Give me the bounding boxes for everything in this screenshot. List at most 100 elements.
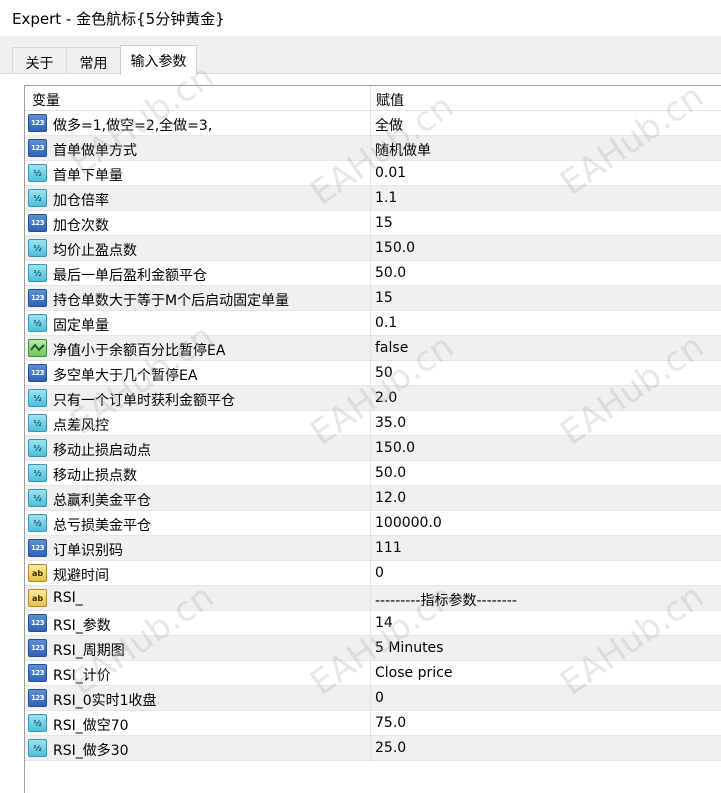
table-row[interactable]: ½ 移动止损启动点 150.0 xyxy=(25,436,721,461)
column-divider xyxy=(370,311,371,336)
param-value[interactable]: 111 xyxy=(375,540,402,556)
header-variable[interactable]: 变量 xyxy=(32,90,60,110)
param-value[interactable]: 0 xyxy=(375,565,384,581)
column-divider[interactable] xyxy=(370,86,371,111)
double-param-icon: ½ xyxy=(28,714,47,732)
param-name: RSI_ xyxy=(53,590,83,606)
param-value[interactable]: 150.0 xyxy=(375,440,415,456)
param-value[interactable]: 0.1 xyxy=(375,315,397,331)
param-value[interactable]: 12.0 xyxy=(375,490,406,506)
param-value[interactable]: 25.0 xyxy=(375,740,406,756)
double-param-icon: ½ xyxy=(28,239,47,257)
param-value[interactable]: false xyxy=(375,340,408,356)
table-row[interactable]: ½ 均价止盈点数 150.0 xyxy=(25,236,721,261)
column-divider xyxy=(370,736,371,761)
param-name: 首单做单方式 xyxy=(53,143,137,159)
table-row[interactable]: ½ RSI_做多30 25.0 xyxy=(25,736,721,761)
table-row[interactable]: 123 RSI_周期图 5 Minutes xyxy=(25,636,721,661)
param-value[interactable]: 100000.0 xyxy=(375,515,442,531)
table-row[interactable]: 123 做多=1,做空=2,全做=3, 全做 xyxy=(25,111,721,136)
column-divider xyxy=(370,636,371,661)
int-param-icon-glyph: 123 xyxy=(28,539,47,557)
table-row[interactable]: 123 RSI_0实时1收盘 0 xyxy=(25,686,721,711)
param-value[interactable]: 随机做单 xyxy=(375,140,431,160)
table-row[interactable]: ½ 最后一单后盈利金额平仓 50.0 xyxy=(25,261,721,286)
int-param-icon: 123 xyxy=(28,364,47,382)
int-param-icon: 123 xyxy=(28,639,47,657)
int-param-icon: 123 xyxy=(28,139,47,157)
table-row[interactable]: 123 首单做单方式 随机做单 xyxy=(25,136,721,161)
table-row[interactable]: 123 多空单大于几个暂停EA 50 xyxy=(25,361,721,386)
param-name: 首单下单量 xyxy=(53,168,123,184)
double-param-icon: ½ xyxy=(28,314,47,332)
column-divider xyxy=(370,611,371,636)
tab-about[interactable]: 关于 xyxy=(12,47,67,74)
column-divider xyxy=(370,536,371,561)
param-value[interactable]: 1.1 xyxy=(375,190,397,206)
table-row[interactable]: 123 加仓次数 15 xyxy=(25,211,721,236)
parameters-grid[interactable]: 变量 赋值 123 做多=1,做空=2,全做=3, 全做 123 首单做单方式 随机做单 ½… xyxy=(24,85,721,793)
table-row[interactable]: 123 RSI_计价 Close price xyxy=(25,661,721,686)
grid-rows: 123 做多=1,做空=2,全做=3, 全做 123 首单做单方式 随机做单 ½ 首单下单量 0… xyxy=(25,111,721,761)
table-row[interactable]: 123 RSI_参数 14 xyxy=(25,611,721,636)
param-value[interactable]: 14 xyxy=(375,615,393,631)
param-name: 总赢利美金平仓 xyxy=(53,493,151,509)
param-value[interactable]: 5 Minutes xyxy=(375,640,443,656)
param-name: 最后一单后盈利金额平仓 xyxy=(53,268,207,284)
int-param-icon-glyph: 123 xyxy=(28,364,47,382)
param-value[interactable]: Close price xyxy=(375,665,452,681)
param-value[interactable]: 150.0 xyxy=(375,240,415,256)
string-param-icon: ab xyxy=(28,564,47,582)
param-value[interactable]: 15 xyxy=(375,215,393,231)
table-row[interactable]: ½ 固定单量 0.1 xyxy=(25,311,721,336)
int-param-icon: 123 xyxy=(28,614,47,632)
param-name: 净值小于余额百分比暂停EA xyxy=(53,343,226,359)
param-value[interactable]: 全做 xyxy=(375,115,403,135)
column-divider xyxy=(370,561,371,586)
window-title: Expert - 金色航标{5分钟黄金} xyxy=(12,10,225,28)
param-value[interactable]: 50.0 xyxy=(375,265,406,281)
column-divider xyxy=(370,361,371,386)
tab-inputs[interactable]: 输入参数 xyxy=(120,45,197,75)
tab-common[interactable]: 常用 xyxy=(66,47,121,74)
table-row[interactable]: ab 规避时间 0 xyxy=(25,561,721,586)
param-name: RSI_0实时1收盘 xyxy=(53,693,157,709)
table-row[interactable]: ½ 首单下单量 0.01 xyxy=(25,161,721,186)
param-value[interactable]: 50 xyxy=(375,365,393,381)
column-divider xyxy=(370,461,371,486)
param-value[interactable]: 0 xyxy=(375,690,384,706)
param-value[interactable]: 0.01 xyxy=(375,165,406,181)
table-row[interactable]: ½ 只有一个订单时获利金额平仓 2.0 xyxy=(25,386,721,411)
double-param-icon: ½ xyxy=(28,189,47,207)
column-divider xyxy=(370,586,371,611)
table-row[interactable]: ½ 移动止损点数 50.0 xyxy=(25,461,721,486)
table-row[interactable]: 123 持仓单数大于等于M个后启动固定单量 15 xyxy=(25,286,721,311)
param-name: 做多=1,做空=2,全做=3, xyxy=(53,118,213,134)
param-value[interactable]: 15 xyxy=(375,290,393,306)
param-value[interactable]: 2.0 xyxy=(375,390,397,406)
double-param-icon-glyph: ½ xyxy=(28,714,47,732)
table-row[interactable]: ab RSI_ ---------指标参数-------- xyxy=(25,586,721,611)
double-param-icon-glyph: ½ xyxy=(28,464,47,482)
table-row[interactable]: 净值小于余额百分比暂停EA false xyxy=(25,336,721,361)
param-value[interactable]: ---------指标参数-------- xyxy=(375,590,517,610)
table-row[interactable]: ½ 总亏损美金平仓 100000.0 xyxy=(25,511,721,536)
double-param-icon-glyph: ½ xyxy=(28,239,47,257)
table-row[interactable]: ½ 总赢利美金平仓 12.0 xyxy=(25,486,721,511)
param-name: 均价止盈点数 xyxy=(53,243,137,259)
double-param-icon-glyph: ½ xyxy=(28,189,47,207)
column-divider xyxy=(370,336,371,361)
table-row[interactable]: ½ 点差风控 35.0 xyxy=(25,411,721,436)
param-value[interactable]: 35.0 xyxy=(375,415,406,431)
param-name: 多空单大于几个暂停EA xyxy=(53,368,198,384)
param-value[interactable]: 75.0 xyxy=(375,715,406,731)
int-param-icon: 123 xyxy=(28,689,47,707)
table-row[interactable]: ½ RSI_做空70 75.0 xyxy=(25,711,721,736)
double-param-icon: ½ xyxy=(28,464,47,482)
table-row[interactable]: 123 订单识别码 111 xyxy=(25,536,721,561)
table-row[interactable]: ½ 加仓倍率 1.1 xyxy=(25,186,721,211)
param-value[interactable]: 50.0 xyxy=(375,465,406,481)
column-divider xyxy=(370,261,371,286)
double-param-icon: ½ xyxy=(28,389,47,407)
header-value[interactable]: 赋值 xyxy=(376,90,404,110)
